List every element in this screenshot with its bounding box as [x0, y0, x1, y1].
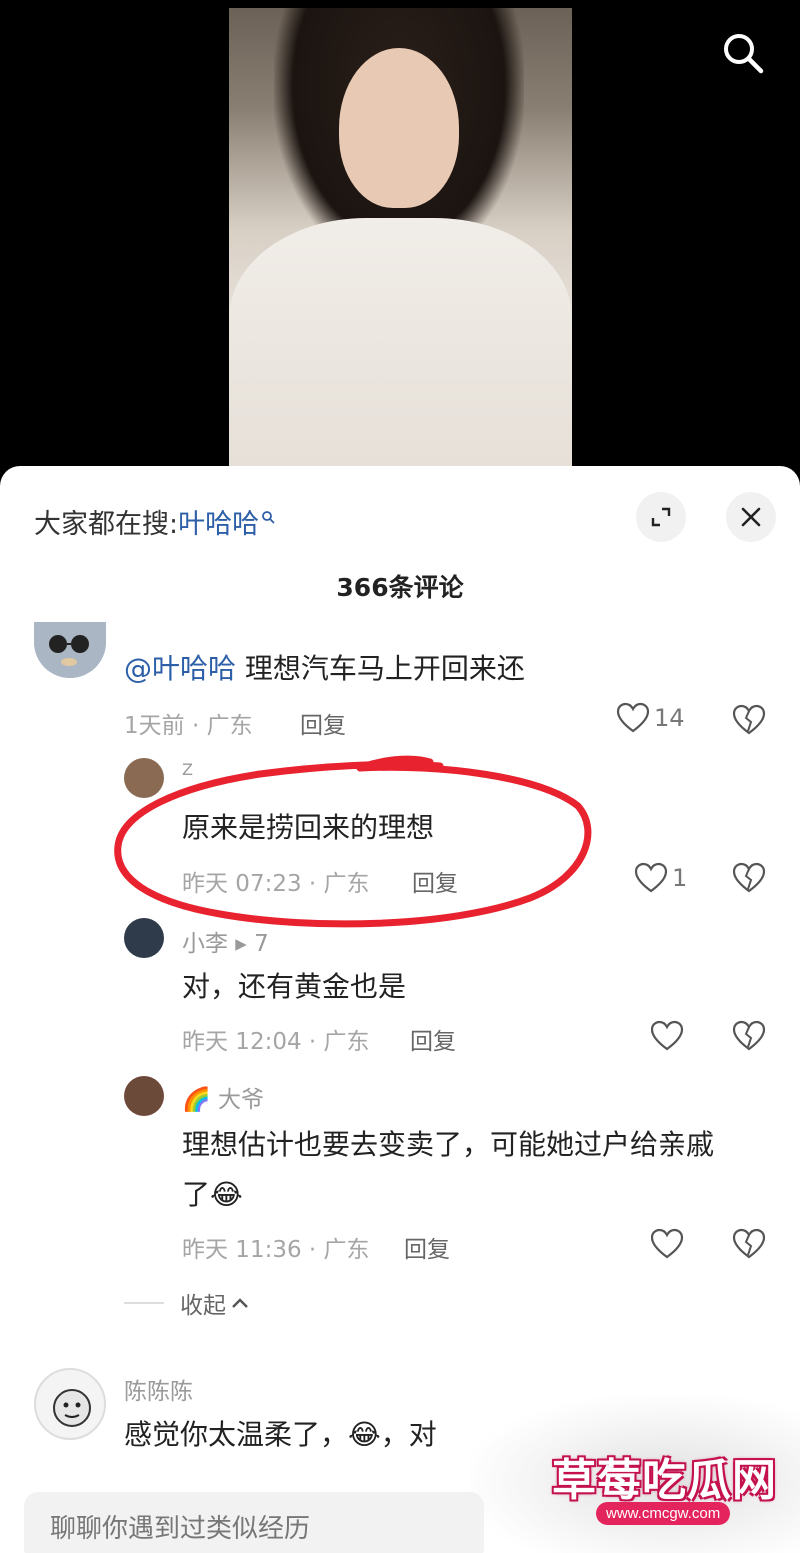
trending-search-prefix: 大家都在搜:: [34, 509, 179, 540]
video-thumbnail[interactable]: [229, 8, 572, 468]
comment-text: 感觉你太温柔了，😂，对: [124, 1418, 437, 1451]
broken-heart-icon: [732, 1228, 766, 1259]
comment-sheet: 大家都在搜: 叶哈哈 366条评论 @叶哈哈 理想汽车马上开回来还 1天前 · …: [0, 466, 800, 1553]
dislike-button[interactable]: [732, 1228, 766, 1264]
search-button[interactable]: [716, 26, 770, 80]
close-icon: [741, 507, 761, 527]
comment-input[interactable]: 聊聊你遇到过类似经历: [24, 1492, 484, 1553]
dislike-button[interactable]: [732, 704, 766, 740]
search-icon: [724, 34, 764, 74]
watermark-url: www.cmcgw.com: [596, 1502, 731, 1525]
heart-icon: [616, 702, 650, 733]
like-button[interactable]: [650, 1228, 684, 1260]
avatar[interactable]: [124, 918, 164, 958]
comment-text: 原来是捞回来的理想: [182, 811, 435, 844]
divider: [124, 1302, 164, 1304]
broken-heart-icon: [732, 704, 766, 735]
reply-button[interactable]: 回复: [404, 1230, 450, 1264]
avatar[interactable]: [124, 758, 164, 798]
commenter-name[interactable]: 🌈 大爷: [182, 1080, 264, 1114]
comment-meta: 昨天 07:23 · 广东: [182, 871, 370, 897]
avatar-cat-icon: [34, 622, 106, 678]
reply-button[interactable]: 回复: [410, 1022, 456, 1056]
commenter-name[interactable]: Z: [182, 760, 193, 779]
reply-button[interactable]: 回复: [412, 864, 458, 898]
trending-search[interactable]: 大家都在搜: 叶哈哈: [34, 502, 275, 541]
comment-text: 对，还有黄金也是: [182, 970, 407, 1003]
avatar[interactable]: [34, 1368, 106, 1440]
comment-meta: 1天前 · 广东: [124, 713, 253, 739]
like-count: 1: [672, 864, 688, 892]
broken-heart-icon: [732, 862, 766, 893]
dislike-button[interactable]: [732, 1020, 766, 1056]
broken-heart-icon: [732, 1020, 766, 1051]
expand-icon: [651, 507, 671, 527]
video-figure-face: [339, 48, 459, 208]
dislike-button[interactable]: [732, 862, 766, 898]
commenter-name[interactable]: 陈陈陈: [124, 1372, 193, 1406]
like-count: 14: [654, 704, 685, 732]
video-area[interactable]: [0, 0, 800, 480]
chevron-up-icon: [232, 1298, 248, 1308]
like-button[interactable]: 1: [634, 862, 687, 894]
avatar-meme-icon: [53, 1389, 91, 1427]
rainbow-emoji: 🌈: [182, 1087, 211, 1113]
watermark-logo: 草莓吃瓜网: [552, 1455, 777, 1506]
like-button[interactable]: [650, 1020, 684, 1052]
heart-icon: [634, 862, 668, 893]
like-button[interactable]: 14: [616, 702, 685, 734]
collapse-label: 收起: [180, 1293, 226, 1319]
video-figure-shirt: [229, 218, 572, 468]
collapse-replies-button[interactable]: 收起: [124, 1286, 250, 1320]
heart-icon: [650, 1020, 684, 1051]
comment-meta: 昨天 12:04 · 广东: [182, 1029, 370, 1055]
comment-mention[interactable]: @叶哈哈: [124, 652, 236, 685]
trending-search-keyword[interactable]: 叶哈哈: [178, 502, 259, 541]
comment-text: @叶哈哈 理想汽车马上开回来还: [124, 652, 525, 685]
small-search-icon: [262, 510, 275, 523]
commenter-name[interactable]: 小李 ▸ 7: [182, 924, 269, 958]
comment-count-title: 366条评论: [336, 573, 464, 602]
avatar[interactable]: [34, 622, 106, 678]
heart-icon: [650, 1228, 684, 1259]
comment-meta: 昨天 11:36 · 广东: [182, 1237, 370, 1263]
expand-button[interactable]: [636, 492, 686, 542]
comment-text: 理想估计也要去变卖了，可能她过户给亲戚 了😂: [182, 1128, 715, 1211]
reply-button[interactable]: 回复: [300, 706, 346, 740]
close-button[interactable]: [726, 492, 776, 542]
avatar[interactable]: [124, 1076, 164, 1116]
